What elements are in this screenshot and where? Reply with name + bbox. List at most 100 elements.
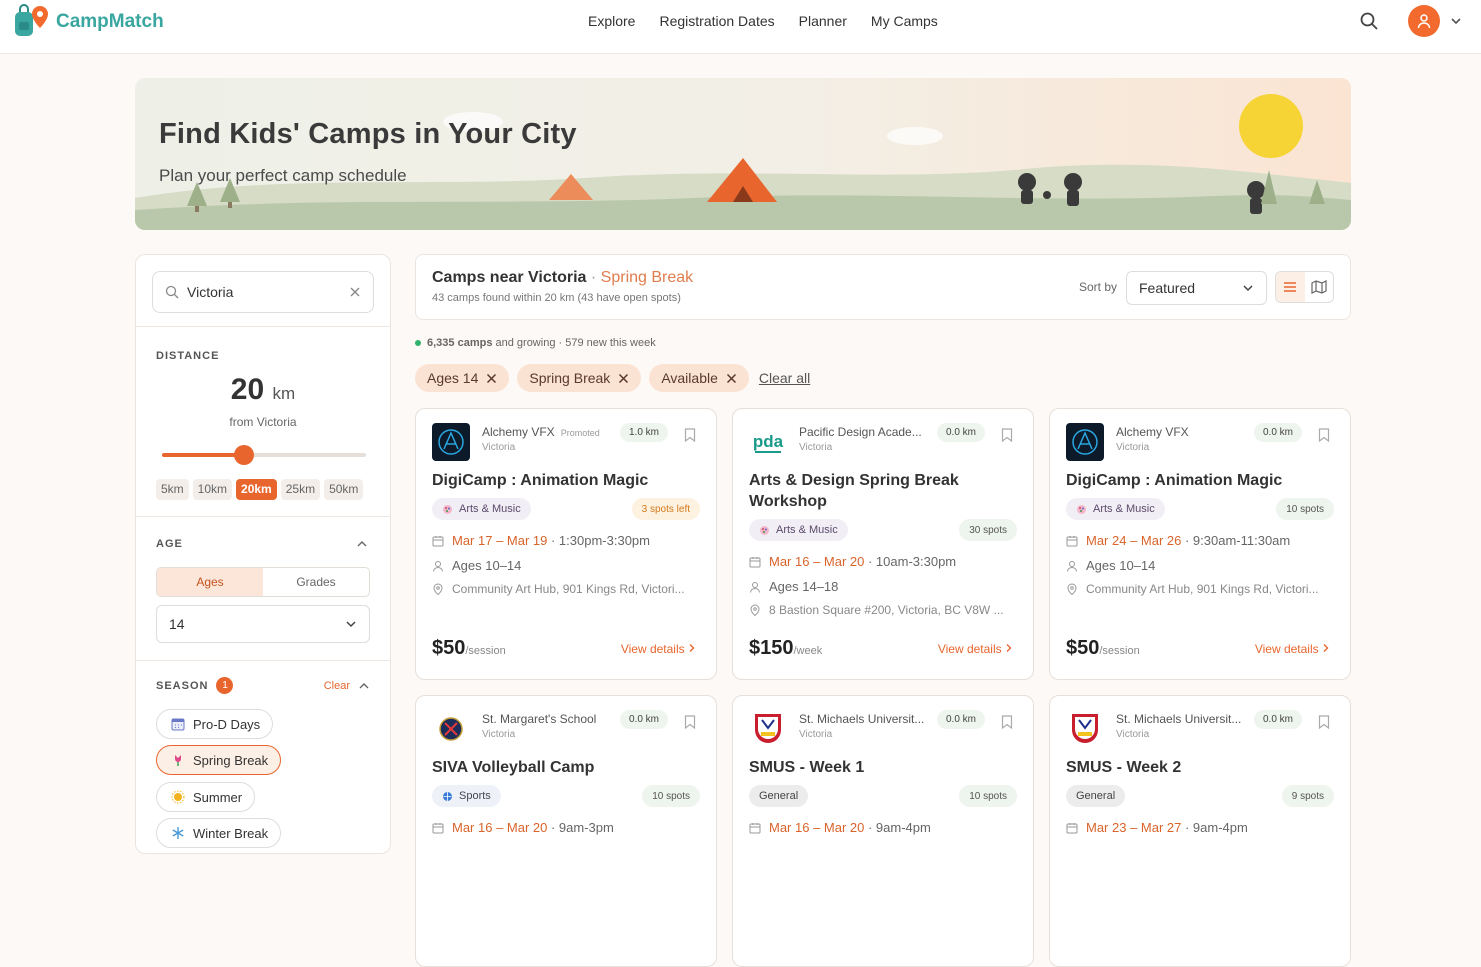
chevron-right-icon xyxy=(1002,642,1013,656)
calendar-icon xyxy=(1066,535,1078,547)
season-option-label: Winter Break xyxy=(193,825,269,841)
provider-logo: pda xyxy=(749,423,787,461)
season-option-spring-break[interactable]: Spring Break xyxy=(156,745,282,775)
distance-from: from Victoria xyxy=(229,415,297,429)
bookmark-icon[interactable] xyxy=(1001,715,1013,734)
calendar-icon xyxy=(432,822,444,834)
remove-filter-icon[interactable] xyxy=(486,373,497,384)
sort-label: Sort by xyxy=(1079,280,1118,294)
distance-option-20km[interactable]: 20km xyxy=(236,479,277,500)
user-icon xyxy=(432,560,444,572)
brand-name: CampMatch xyxy=(56,11,164,32)
camp-title[interactable]: Arts & Design Spring Break Workshop xyxy=(749,470,1019,512)
date-range: Mar 23 – Mar 27 xyxy=(1086,820,1182,835)
date-text: Mar 16 – Mar 20 · 9am-3pm xyxy=(452,820,614,835)
age-mode-toggle: Ages Grades xyxy=(156,567,370,597)
camp-card[interactable]: Alchemy VFX Victoria 0.0 km DigiCamp : Anim… xyxy=(1049,408,1351,680)
season-option-pro-d-days[interactable]: Pro-D Days xyxy=(156,709,274,739)
category-label: Arts & Music xyxy=(1093,503,1155,515)
nav-planner[interactable]: Planner xyxy=(799,12,847,30)
hero-title: Find Kids' Camps in Your City xyxy=(159,118,577,150)
age-mode-ages[interactable]: Ages xyxy=(157,568,263,596)
distance-option-10km[interactable]: 10km xyxy=(192,479,233,500)
camp-title[interactable]: DigiCamp : Animation Magic xyxy=(1066,470,1336,491)
view-details-link[interactable]: View details xyxy=(1255,642,1330,656)
nav-registration-dates[interactable]: Registration Dates xyxy=(659,12,774,30)
location-text: Community Art Hub, 901 Kings Rd, Victori… xyxy=(1086,582,1319,596)
location-text: Community Art Hub, 901 Kings Rd, Victori… xyxy=(452,582,685,596)
category-label: General xyxy=(1076,790,1116,802)
provider-name-text: Alchemy VFX xyxy=(482,425,555,439)
distance-option-5km[interactable]: 5km xyxy=(156,479,189,500)
price-unit: /session xyxy=(1099,645,1140,657)
age-mode-grades[interactable]: Grades xyxy=(263,568,369,596)
bookmark-icon[interactable] xyxy=(1318,715,1330,734)
distance-option-50km[interactable]: 50km xyxy=(324,479,364,500)
sort-select[interactable]: Featured xyxy=(1126,271,1267,305)
provider-logo xyxy=(1066,710,1104,748)
nav-my-camps[interactable]: My Camps xyxy=(871,12,938,30)
camp-card[interactable]: pda Pacific Design Acade... Victoria 0.0 km… xyxy=(732,408,1034,680)
bookmark-icon[interactable] xyxy=(684,428,696,447)
calendar-icon xyxy=(749,556,761,568)
provider-logo xyxy=(432,710,470,748)
search-icon[interactable] xyxy=(1359,11,1379,31)
season-clear-link[interactable]: Clear xyxy=(324,680,350,692)
remove-filter-icon[interactable] xyxy=(618,373,629,384)
view-details-link[interactable]: View details xyxy=(621,642,696,656)
camp-card[interactable]: St. Michaels Universit... Victoria 0.0 km S… xyxy=(732,695,1034,967)
remove-filter-icon[interactable] xyxy=(726,373,737,384)
season-option-winter-break[interactable]: Winter Break xyxy=(156,818,282,848)
camp-title[interactable]: SIVA Volleyball Camp xyxy=(432,757,702,778)
camp-title[interactable]: SMUS - Week 1 xyxy=(749,757,1019,778)
location-row: Community Art Hub, 901 Kings Rd, Victori… xyxy=(432,582,702,596)
distance-slider[interactable] xyxy=(162,445,366,465)
provider-city: Victoria xyxy=(482,729,516,740)
category-label: Sports xyxy=(459,790,491,802)
clear-all-link[interactable]: Clear all xyxy=(759,370,810,386)
tulip-icon xyxy=(171,753,185,767)
list-view-button[interactable] xyxy=(1276,272,1305,302)
date-range: Mar 17 – Mar 19 xyxy=(452,533,548,548)
age-select[interactable]: 14 xyxy=(156,605,370,643)
camp-card[interactable]: Alchemy VFX Promoted Victoria 1.0 km DigiCam… xyxy=(415,408,717,680)
clear-search-icon[interactable] xyxy=(349,286,361,298)
map-icon xyxy=(1311,280,1327,294)
spots-badge: 10 spots xyxy=(642,785,700,807)
bookmark-icon[interactable] xyxy=(1318,428,1330,447)
bookmark-icon[interactable] xyxy=(1001,428,1013,447)
chevron-down-icon[interactable] xyxy=(1449,14,1463,28)
svg-text:pda: pda xyxy=(753,432,784,451)
calendar-icon xyxy=(432,535,444,547)
calendar-icon xyxy=(1066,822,1078,834)
price: $50/session xyxy=(1066,637,1140,660)
distance-badge: 0.0 km xyxy=(1253,710,1302,729)
nav-explore[interactable]: Explore xyxy=(588,12,635,30)
view-details-link[interactable]: View details xyxy=(938,642,1013,656)
chevron-up-icon[interactable] xyxy=(358,680,370,692)
camp-card[interactable]: St. Margaret's School Victoria 0.0 km SIVA … xyxy=(415,695,717,967)
distance-option-25km[interactable]: 25km xyxy=(280,479,321,500)
provider-name: Pacific Design Acade... xyxy=(799,425,922,439)
chevron-up-icon[interactable] xyxy=(356,538,368,550)
results-title-separator: · xyxy=(590,269,597,286)
provider-name: St. Michaels Universit... xyxy=(1116,712,1241,726)
chevron-right-icon xyxy=(685,642,696,656)
avatar[interactable] xyxy=(1408,5,1440,37)
camp-card[interactable]: St. Michaels Universit... Victoria 0.0 km S… xyxy=(1049,695,1351,967)
list-icon xyxy=(1284,282,1297,292)
location-search-input[interactable]: Victoria xyxy=(152,271,374,313)
bookmark-icon[interactable] xyxy=(684,715,696,734)
season-option-summer[interactable]: Summer xyxy=(156,782,256,812)
top-bar: CampMatch Explore Registration Dates Pla… xyxy=(0,0,1481,54)
distance-slider-thumb[interactable] xyxy=(233,445,254,465)
camp-title[interactable]: DigiCamp : Animation Magic xyxy=(432,470,702,491)
location-pin-icon xyxy=(749,604,761,616)
map-view-button[interactable] xyxy=(1305,272,1334,302)
price-value: $50 xyxy=(1066,637,1100,659)
brand-logo[interactable]: CampMatch xyxy=(12,4,164,40)
camp-title[interactable]: SMUS - Week 2 xyxy=(1066,757,1336,778)
time-range: · 9am-4pm xyxy=(1181,820,1248,835)
ages-text: Ages 10–14 xyxy=(452,558,522,573)
date-text: Mar 24 – Mar 26 · 9:30am-11:30am xyxy=(1086,533,1290,548)
